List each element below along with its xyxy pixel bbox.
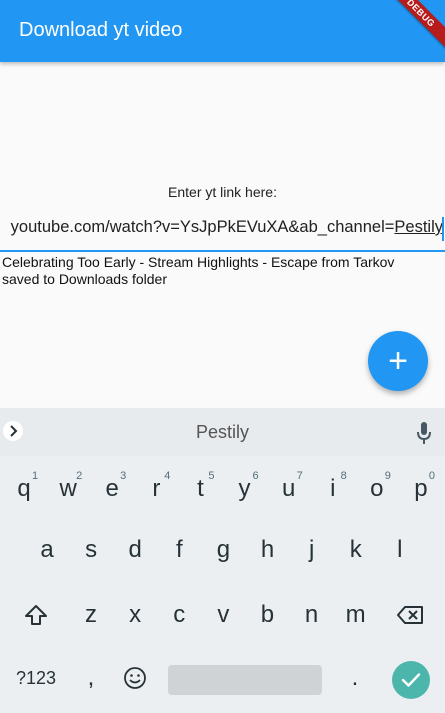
period-key[interactable]: .: [334, 653, 376, 703]
key-hint: 2: [76, 470, 83, 482]
key-p[interactable]: p0: [399, 464, 443, 514]
key-z[interactable]: z: [69, 590, 113, 640]
youtube-link-input[interactable]: youtube.com/watch?v=YsJpPkEVuXA&ab_chann…: [0, 208, 445, 252]
key-d[interactable]: d: [113, 525, 157, 575]
key-o[interactable]: o9: [355, 464, 399, 514]
key-label: n: [304, 601, 319, 628]
key-q[interactable]: q1: [2, 464, 46, 514]
link-prompt-label: Enter yt link here:: [168, 184, 277, 200]
key-k[interactable]: k: [334, 525, 378, 575]
key-label: o: [370, 475, 384, 502]
soft-keyboard: Pestily q1w2e3r4t5y6u7i8o9p0 asdfghjkl z…: [0, 408, 445, 713]
keyboard-row-1: q1w2e3r4t5y6u7i8o9p0: [0, 464, 445, 514]
key-label: a: [40, 536, 54, 563]
key-hint: 1: [31, 470, 39, 482]
key-label: m: [345, 601, 366, 628]
key-j[interactable]: j: [290, 525, 334, 575]
key-label: p: [414, 475, 428, 502]
key-b[interactable]: b: [245, 590, 289, 640]
key-label: z: [85, 601, 98, 628]
text-caret: [442, 217, 444, 241]
key-v[interactable]: v: [201, 590, 245, 640]
debug-banner: DEBUG: [380, 0, 445, 54]
microphone-icon[interactable]: [417, 422, 431, 444]
key-l[interactable]: l: [378, 525, 422, 575]
symbols-key[interactable]: ?123: [4, 653, 68, 703]
key-label: v: [217, 601, 230, 628]
key-label: b: [260, 601, 275, 628]
download-status-text: Celebrating Too Early - Stream Highlight…: [2, 254, 395, 287]
key-a[interactable]: a: [25, 525, 69, 575]
key-hint: 8: [340, 470, 347, 482]
key-hint: 0: [428, 470, 435, 482]
key-hint: 9: [384, 470, 391, 482]
link-composing-text: Pestily: [394, 218, 443, 236]
suggestion-bar: Pestily: [0, 408, 445, 456]
add-fab-button[interactable]: +: [368, 331, 428, 391]
keyboard-row-4: ?123 , .: [0, 653, 445, 703]
key-label: t: [197, 475, 204, 502]
key-hint: 3: [120, 470, 127, 482]
key-f[interactable]: f: [157, 525, 201, 575]
key-label: f: [176, 536, 183, 563]
key-label: h: [260, 536, 275, 563]
check-icon: [401, 673, 421, 687]
enter-key[interactable]: [392, 661, 430, 699]
key-w[interactable]: w2: [46, 464, 90, 514]
key-label: i: [330, 475, 336, 502]
key-hint: 4: [164, 470, 171, 482]
key-x[interactable]: x: [113, 590, 157, 640]
backspace-key[interactable]: [388, 590, 432, 640]
app-title: Download yt video: [19, 18, 183, 41]
key-r[interactable]: r4: [134, 464, 178, 514]
key-label: c: [173, 601, 186, 628]
link-input-value: youtube.com/watch?v=YsJpPkEVuXA&ab_chann…: [11, 218, 443, 237]
word-suggestion[interactable]: Pestily: [0, 422, 445, 443]
key-label: s: [85, 536, 98, 563]
key-label: u: [281, 475, 296, 502]
key-label: d: [128, 536, 142, 563]
key-label: r: [152, 475, 161, 502]
key-label: g: [216, 536, 231, 563]
key-label: q: [17, 475, 31, 502]
key-hint: 7: [296, 470, 303, 482]
key-s[interactable]: s: [69, 525, 113, 575]
key-e[interactable]: e3: [90, 464, 134, 514]
keyboard-row-3: z x c v b nm: [0, 590, 445, 640]
key-hint: 6: [252, 470, 259, 482]
comma-key[interactable]: ,: [70, 653, 112, 703]
app-screen: Download yt video DEBUG Enter yt link he…: [0, 0, 445, 713]
emoji-icon: [124, 667, 146, 689]
key-label: e: [105, 475, 119, 502]
key-label: j: [308, 536, 315, 563]
key-label: y: [238, 475, 251, 502]
key-c[interactable]: c: [157, 590, 201, 640]
key-n[interactable]: n: [290, 590, 334, 640]
key-h[interactable]: h: [246, 525, 290, 575]
key-t[interactable]: t5: [178, 464, 222, 514]
link-prefix-text: youtube.com/watch?v=YsJpPkEVuXA&ab_chann…: [10, 218, 395, 236]
key-label: k: [349, 536, 362, 563]
key-label: w: [59, 475, 77, 502]
emoji-key[interactable]: [114, 653, 156, 703]
key-m[interactable]: m: [334, 590, 378, 640]
keyboard-row-2: asdfghjkl: [0, 525, 445, 575]
add-icon: +: [388, 342, 408, 380]
key-y[interactable]: y6: [223, 464, 267, 514]
key-label: l: [397, 536, 403, 563]
key-label: x: [129, 601, 142, 628]
key-hint: 5: [208, 470, 215, 482]
space-key[interactable]: [168, 665, 322, 695]
app-bar: Download yt video DEBUG: [0, 0, 445, 62]
key-g[interactable]: g: [201, 525, 245, 575]
key-i[interactable]: i8: [311, 464, 355, 514]
key-u[interactable]: u7: [267, 464, 311, 514]
shift-key[interactable]: [14, 590, 58, 640]
